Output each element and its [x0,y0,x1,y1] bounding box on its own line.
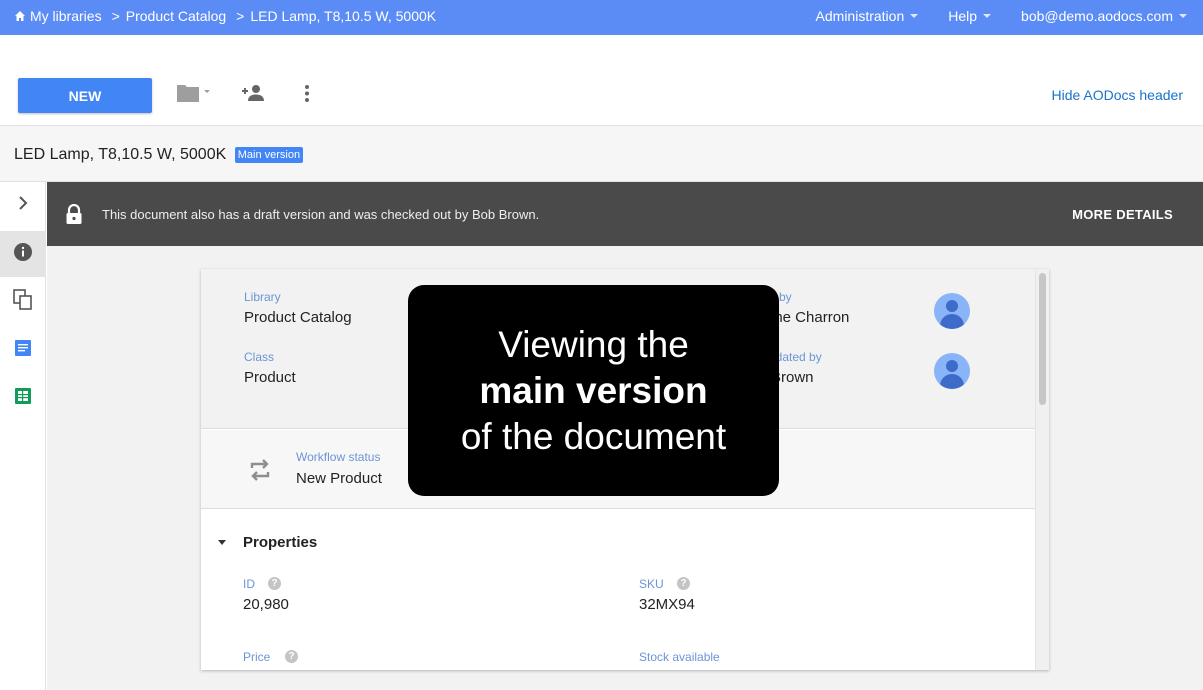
scrollbar-thumb[interactable] [1039,273,1046,405]
new-button[interactable]: NEW [18,78,152,113]
doc-icon [15,339,31,361]
workflow-icon [247,456,273,489]
library-value[interactable]: Product Catalog [244,309,352,326]
id-label: ID [243,577,255,591]
account-menu-label: bob@demo.aodocs.com [1021,8,1173,24]
overlay-line-1: Viewing the [498,324,689,365]
left-sidebar [0,182,46,690]
card-scrollbar[interactable] [1035,269,1049,670]
account-menu[interactable]: bob@demo.aodocs.com [1021,8,1187,24]
price-label: Price [243,650,271,664]
breadcrumb: My libraries > Product Catalog > LED Lam… [14,8,442,24]
created-by-value: ine Charron [771,309,850,326]
help-icon[interactable]: ? [285,650,298,663]
stock-available-label: Stock available [639,650,720,664]
document-title: LED Lamp, T8,10.5 W, 5000K [14,146,227,163]
sidebar-item-info[interactable] [0,231,46,277]
help-menu-label: Help [948,8,978,24]
sku-value: 32MX94 [639,596,695,613]
collapse-toggle-icon[interactable] [218,540,226,545]
toolbar: NEW Hide AODocs header [0,35,1203,126]
breadcrumb-current-document[interactable]: LED Lamp, T8,10.5 W, 5000K [250,8,436,24]
document-title-bar: LED Lamp, T8,10.5 W, 5000K Main version [0,126,1203,182]
info-icon [13,242,33,267]
chevron-right-icon [17,195,29,215]
breadcrumb-product-catalog[interactable]: Product Catalog [126,8,226,24]
help-menu[interactable]: Help [948,8,992,24]
creator-avatar[interactable] [934,293,970,329]
hide-aodocs-header-link[interactable]: Hide AODocs header [1051,87,1183,103]
expand-sidebar-button[interactable] [0,182,46,228]
overlay-line-3: of the document [460,416,727,457]
id-value: 20,980 [243,596,289,613]
chevron-down-icon [983,14,992,18]
breadcrumb-separator: > [236,8,245,24]
page-title: LED Lamp, T8,10.5 W, 5000K Main version [14,146,304,164]
more-vert-icon[interactable] [300,82,314,109]
chevron-down-icon [910,14,919,18]
sku-label: SKU [639,577,664,591]
breadcrumb-separator: > [111,8,120,24]
checkout-banner: This document also has a draft version a… [47,182,1203,246]
workflow-status-label: Workflow status [296,450,381,464]
add-person-icon[interactable] [241,82,265,109]
checkout-message: This document also has a draft version a… [102,207,540,222]
properties-heading[interactable]: Properties [243,534,317,551]
lock-icon [65,203,83,229]
version-badge: Main version [234,147,304,163]
sidebar-item-versions[interactable] [0,279,46,325]
annotation-overlay: Viewing the main version of the document [408,285,779,496]
sidebar-item-sheet[interactable] [0,375,46,421]
class-label: Class [244,350,275,364]
administration-menu[interactable]: Administration [816,8,919,24]
updater-avatar[interactable] [934,353,970,389]
copy-icon [13,288,33,316]
help-icon[interactable]: ? [677,577,690,590]
chevron-down-icon [1179,14,1187,18]
overlay-line-2: main version [479,370,708,411]
workflow-status-value[interactable]: New Product [296,470,382,487]
top-navigation-bar: My libraries > Product Catalog > LED Lam… [0,0,1203,35]
sheet-icon [15,387,31,409]
class-value: Product [244,369,296,386]
more-details-button[interactable]: MORE DETAILS [1072,207,1173,222]
home-icon[interactable] [14,8,30,24]
help-icon[interactable]: ? [268,577,281,590]
sidebar-item-document[interactable] [0,327,46,373]
breadcrumb-my-libraries[interactable]: My libraries [30,8,102,24]
administration-menu-label: Administration [815,8,905,24]
library-label: Library [244,290,281,304]
folder-icon[interactable] [176,82,212,109]
